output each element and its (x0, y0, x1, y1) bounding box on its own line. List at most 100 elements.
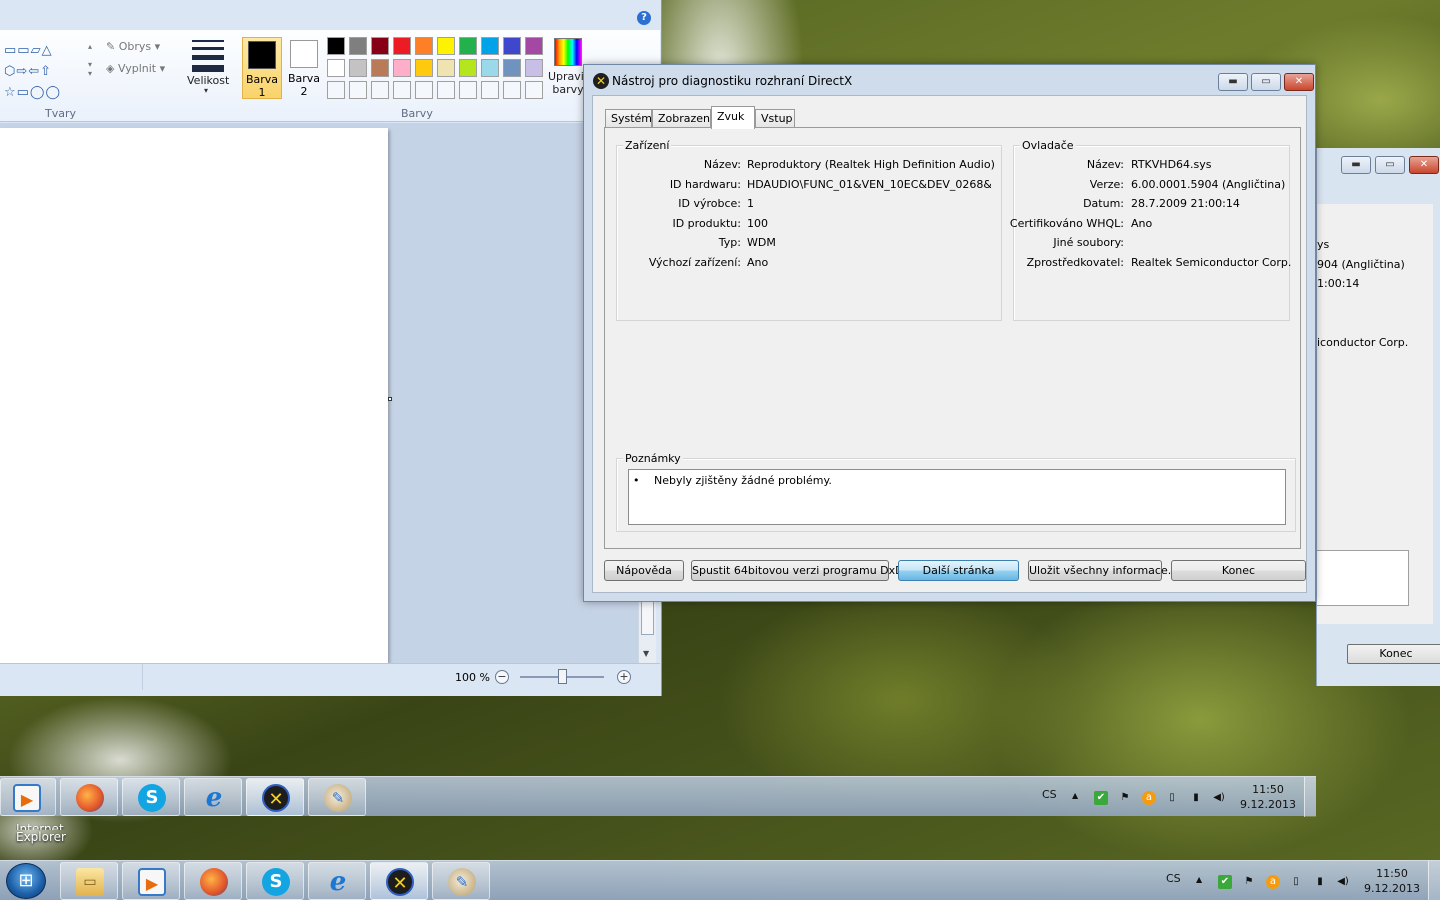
action-center-flag-icon[interactable]: ⚑ (1242, 875, 1256, 889)
power-icon[interactable]: ▯ (1289, 875, 1303, 889)
color2-button[interactable]: Barva 2 (284, 37, 324, 99)
palette-swatch[interactable] (415, 37, 433, 55)
language-indicator[interactable]: CS (1166, 872, 1181, 885)
scroll-down-arrow-icon[interactable]: ▼ (643, 649, 649, 658)
palette-swatch[interactable] (437, 59, 455, 77)
tab-input[interactable]: Vstup (755, 109, 795, 128)
tab-sound[interactable]: Zvuk (711, 106, 755, 129)
shapes-scroll-icon[interactable]: ▴ ▾ ▾ (88, 42, 92, 78)
volume-icon[interactable]: ◀) (1336, 875, 1350, 889)
clock[interactable]: 11:50 9.12.2013 (1236, 782, 1300, 812)
outline-button[interactable]: ✎ Obrys ▾ (106, 40, 160, 53)
palette-swatch[interactable] (525, 37, 543, 55)
palette-swatch[interactable] (371, 81, 389, 99)
palette-swatch[interactable] (503, 81, 521, 99)
notes-textbox[interactable]: • Nebyly zjištěny žádné problémy. (628, 469, 1286, 525)
palette-swatch[interactable] (415, 59, 433, 77)
canvas-resize-handle[interactable] (388, 397, 392, 401)
palette-swatch[interactable] (327, 81, 345, 99)
taskbar-skype[interactable]: S (246, 862, 304, 900)
drivers-group-label: Ovladače (1020, 139, 1076, 152)
show-hidden-icons-icon[interactable]: ▲ (1196, 875, 1202, 884)
palette-swatch[interactable] (437, 37, 455, 55)
palette-swatch[interactable] (525, 59, 543, 77)
avast-icon[interactable]: a (1266, 875, 1280, 889)
volume-icon[interactable]: ◀) (1212, 791, 1226, 805)
power-icon[interactable]: ▯ (1165, 791, 1179, 805)
close-button[interactable]: ✕ (1409, 156, 1439, 174)
shield-icon[interactable]: ✔ (1094, 791, 1108, 805)
fill-button[interactable]: ◈ Vyplnit ▾ (106, 62, 165, 75)
palette-swatch[interactable] (459, 81, 477, 99)
color1-button[interactable]: Barva 1 (242, 37, 282, 99)
palette-swatch[interactable] (327, 59, 345, 77)
palette-swatch[interactable] (503, 59, 521, 77)
palette-swatch[interactable] (481, 59, 499, 77)
maximize-button[interactable]: ▭ (1251, 73, 1281, 91)
back-exit-button[interactable]: Konec (1347, 644, 1440, 664)
driver-version-value: 6.00.0001.5904 (Angličtina) (1131, 178, 1286, 191)
tab-display[interactable]: Zobrazení (652, 109, 713, 128)
palette-swatch[interactable] (481, 37, 499, 55)
shield-icon[interactable]: ✔ (1218, 875, 1232, 889)
palette-swatch[interactable] (349, 59, 367, 77)
close-button[interactable]: ✕ (1284, 73, 1314, 91)
taskbar-skype[interactable]: S (122, 778, 180, 816)
palette-swatch[interactable] (371, 37, 389, 55)
shapes-gallery[interactable]: ▭▭▱△ ⬡⇨⇦⇧ ☆▭◯◯ (4, 40, 88, 103)
taskbar-paint[interactable]: ✎ (432, 862, 490, 900)
zoom-out-icon[interactable]: − (495, 670, 509, 684)
palette-swatch[interactable] (415, 81, 433, 99)
taskbar-media-player[interactable]: ▶ (122, 862, 180, 900)
palette-swatch[interactable] (481, 81, 499, 99)
taskbar-internet-explorer[interactable]: e (308, 862, 366, 900)
minimize-button[interactable]: ▬ (1218, 73, 1248, 91)
scrollbar-thumb[interactable] (641, 599, 654, 635)
palette-swatch[interactable] (525, 81, 543, 99)
palette-swatch[interactable] (349, 37, 367, 55)
network-icon[interactable]: ▮ (1189, 791, 1203, 805)
save-all-info-button[interactable]: Uložit všechny informace... (1028, 560, 1178, 581)
run-64bit-button[interactable]: Spustit 64bitovou verzi programu DxDiag (691, 560, 920, 581)
show-hidden-icons-icon[interactable]: ▲ (1072, 791, 1078, 800)
language-indicator[interactable]: CS (1042, 788, 1057, 801)
avast-icon[interactable]: a (1142, 791, 1156, 805)
tab-system[interactable]: Systém (605, 109, 652, 128)
maximize-button[interactable]: ▭ (1375, 156, 1405, 174)
palette-swatch[interactable] (327, 37, 345, 55)
taskbar-media-player[interactable]: ▶ (0, 778, 56, 816)
palette-swatch[interactable] (437, 81, 455, 99)
taskbar-dxdiag[interactable]: ✕ (246, 778, 304, 816)
palette-swatch[interactable] (459, 37, 477, 55)
help-icon[interactable]: ? (637, 11, 651, 25)
taskbar-explorer[interactable]: ▭ (60, 862, 118, 900)
next-page-button[interactable]: Další stránka (898, 560, 1019, 581)
taskbar-firefox[interactable] (60, 778, 118, 816)
palette-swatch[interactable] (393, 37, 411, 55)
zoom-slider-thumb[interactable] (558, 669, 567, 684)
taskbar-internet-explorer[interactable]: e (184, 778, 242, 816)
chevron-down-icon: ▾ (204, 86, 209, 95)
palette-swatch[interactable] (393, 81, 411, 99)
show-desktop-button[interactable] (1304, 777, 1316, 817)
desktop-icon-internet-explorer-label[interactable]: Internet Explorer (16, 822, 66, 844)
show-desktop-button[interactable] (1428, 861, 1440, 901)
exit-button[interactable]: Konec (1171, 560, 1306, 581)
drawing-canvas[interactable] (0, 128, 388, 663)
action-center-flag-icon[interactable]: ⚑ (1118, 791, 1132, 805)
palette-swatch[interactable] (371, 59, 389, 77)
palette-swatch[interactable] (503, 37, 521, 55)
palette-swatch[interactable] (393, 59, 411, 77)
palette-swatch[interactable] (349, 81, 367, 99)
palette-swatch[interactable] (459, 59, 477, 77)
taskbar-dxdiag[interactable]: ✕ (370, 862, 428, 900)
taskbar-firefox[interactable] (184, 862, 242, 900)
minimize-button[interactable]: ▬ (1341, 156, 1371, 174)
help-button[interactable]: Nápověda (604, 560, 684, 581)
taskbar-paint[interactable]: ✎ (308, 778, 366, 816)
network-icon[interactable]: ▮ (1313, 875, 1327, 889)
zoom-in-icon[interactable]: + (617, 670, 631, 684)
edit-colors-button[interactable]: Upravit barvy (548, 38, 588, 96)
clock[interactable]: 11:50 9.12.2013 (1360, 866, 1424, 896)
start-button[interactable]: ⊞ (6, 863, 46, 899)
